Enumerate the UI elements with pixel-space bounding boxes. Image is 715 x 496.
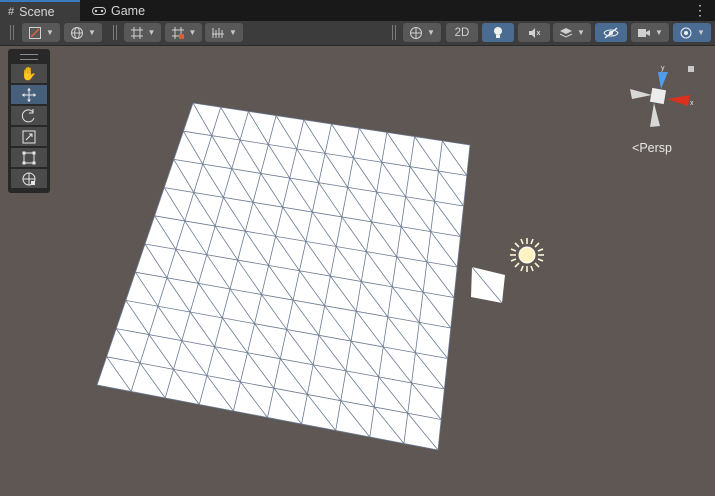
scene-geometry: y x — [96, 65, 694, 451]
rotate-icon — [21, 108, 37, 124]
projection-label: Persp — [639, 141, 672, 155]
directional-light-icon[interactable] — [510, 238, 544, 272]
move-icon — [21, 87, 37, 103]
gizmo-x-label: x — [690, 100, 694, 107]
gizmo-y-cone — [658, 72, 668, 89]
hand-icon: ✋ — [20, 65, 38, 81]
plane-mesh[interactable] — [97, 103, 470, 450]
orientation-gizmo[interactable]: y x — [630, 65, 694, 127]
projection-toggle[interactable]: <Persp — [632, 141, 672, 155]
gizmo-center-cube — [649, 87, 667, 105]
gizmo-neg-y-cone — [650, 103, 660, 127]
tools-drag-handle[interactable] — [20, 54, 38, 60]
gizmo-x-cone — [667, 95, 690, 106]
move-tool-button[interactable] — [11, 85, 47, 104]
rotate-tool-button[interactable] — [11, 106, 47, 125]
gizmo-lock-icon — [688, 66, 694, 72]
transform-tool-button[interactable] — [11, 169, 47, 188]
tools-overlay: ✋ — [8, 49, 50, 193]
gizmo-neg-x-cone — [630, 89, 652, 99]
scale-tool-button[interactable] — [11, 127, 47, 146]
transform-icon — [21, 171, 37, 187]
rect-tool-button[interactable] — [11, 148, 47, 167]
hand-tool-button[interactable]: ✋ — [11, 64, 47, 83]
rect-transform-icon — [21, 150, 37, 166]
scene-window: # Scene Game ⋮ ▼ ▼ ▼ ▼ ▼ ▼ 2D ▼ ▼ ▼ y x … — [0, 0, 715, 496]
scale-icon — [21, 129, 37, 145]
gizmo-y-label: y — [661, 65, 665, 72]
